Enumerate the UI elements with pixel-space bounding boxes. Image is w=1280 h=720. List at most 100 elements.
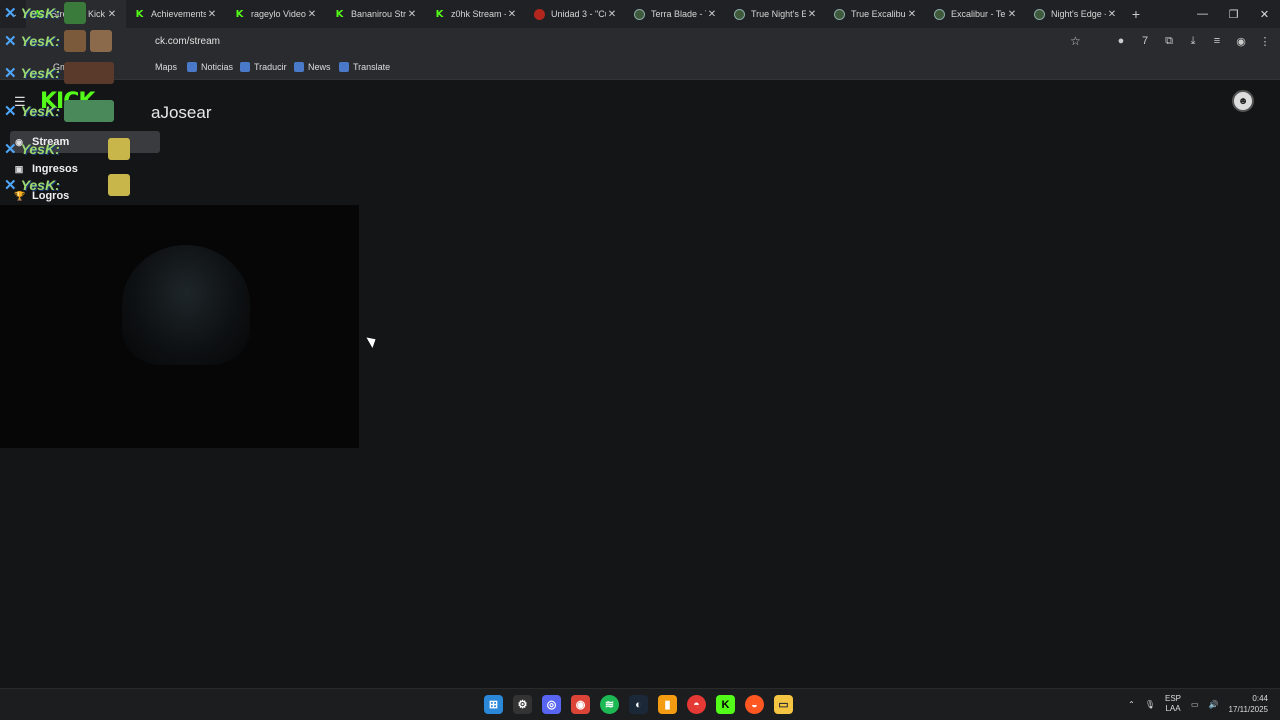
emote-image [63, 2, 86, 24]
close-window-icon[interactable]: ✕ [1249, 0, 1280, 28]
browser-tab[interactable]: K Achievements ✕ [126, 0, 226, 28]
extensions-puzzle-icon[interactable]: ⧉ [1162, 34, 1176, 48]
tab-title: Achievements [151, 9, 206, 19]
close-tab-icon[interactable]: ✕ [306, 9, 318, 20]
browser-tab[interactable]: Krageylo Videos ✕ [226, 0, 326, 28]
tab-list: KStream - Kick✕KAchievements✕Krageylo Vi… [26, 0, 1126, 28]
browser-tab[interactable]: Unidad 3 - "Cu ✕ [526, 0, 626, 28]
spotify-icon[interactable]: ≋ [600, 695, 619, 714]
kick-icon: K [435, 8, 444, 20]
emote-image [107, 138, 130, 160]
bookmark-label: Traducir [254, 62, 287, 72]
browser-tab[interactable]: Excalibur - Terr ✕ [926, 0, 1026, 28]
clock[interactable]: 0:44 17/11/2025 [1229, 693, 1268, 715]
seventv-extension-icon[interactable]: 7 [1138, 34, 1152, 48]
bookmark-label: News [308, 62, 331, 72]
browser-tab[interactable]: True Excalibur ✕ [826, 0, 926, 28]
app-icon[interactable]: ⚙ [513, 695, 532, 714]
kick-icon: K [135, 8, 144, 20]
language-indicator[interactable]: ESP LAA [1165, 694, 1181, 714]
toolbar-icons: ● 7 ⧉ ⤓ ≡ ◉ ⋮ [1114, 34, 1272, 48]
stream-video-preview[interactable] [0, 205, 359, 448]
close-tab-icon[interactable]: ✕ [506, 9, 518, 20]
bookmark-label: Maps [155, 62, 178, 72]
seventv-icon: ✕ [4, 177, 17, 194]
bookmarks-bar: Gmail Maps Noticias Traducir News Transl… [0, 56, 1280, 80]
browser-tab[interactable]: K Bananirou Stream✕ [326, 0, 426, 28]
seventv-icon: ✕ [4, 5, 17, 22]
system-tray: ⌃ 🎙 ESP LAA ▭ 🔊 0:44 17/11/2025 [1128, 693, 1268, 715]
minimize-icon[interactable]: — [1187, 0, 1218, 28]
media-control-icon[interactable]: ≡ [1210, 34, 1224, 48]
close-tab-icon[interactable]: ✕ [1006, 9, 1018, 20]
tab-title: True Night's Ed [751, 9, 806, 19]
terraria-wiki-icon [934, 8, 945, 20]
close-tab-icon[interactable]: ✕ [1106, 9, 1118, 20]
emote-text: YesK: [20, 177, 60, 193]
bookmark-star-icon[interactable]: ☆ [1070, 34, 1081, 48]
clock-date: 17/11/2025 [1228, 705, 1268, 714]
close-tab-icon[interactable]: ✕ [806, 9, 818, 20]
bookmark-label: Noticias [201, 62, 234, 72]
browser-tab[interactable]: Terra Blade - Te✕ [626, 0, 726, 28]
new-tab-button[interactable]: + [1126, 6, 1146, 22]
bookmark-traducir[interactable]: Traducir [240, 62, 287, 72]
network-icon[interactable]: ▭ [1191, 700, 1199, 709]
bookmark-translate[interactable]: Translate [339, 62, 390, 72]
close-tab-icon[interactable]: ✕ [906, 9, 918, 20]
microphone-icon[interactable]: 🎙 [1145, 700, 1155, 709]
emote-overlay-row: ✕ YesK: [4, 174, 130, 196]
emote-overlay-row: ✕ YesK: [4, 2, 86, 24]
chevron-up-icon[interactable]: ⌃ [1128, 700, 1135, 709]
tab-title: z0hk Stream - [451, 9, 506, 19]
windows-start-icon[interactable]: ⊞ [484, 695, 503, 714]
user-avatar[interactable]: ☻ [1232, 90, 1254, 112]
emote-image [63, 30, 86, 52]
profile-avatar-icon[interactable]: ◉ [1234, 34, 1248, 48]
browser-tab[interactable]: True Night's Ed✕ [726, 0, 826, 28]
extension-icon[interactable]: ● [1114, 34, 1128, 48]
bookmark-noticias[interactable]: Noticias [187, 62, 233, 72]
close-tab-icon[interactable]: ✕ [406, 9, 418, 20]
emote-image [63, 62, 114, 84]
app-icon[interactable]: ◓ [687, 695, 706, 714]
close-tab-icon[interactable]: ✕ [106, 9, 118, 20]
kick-icon[interactable]: K [716, 695, 735, 714]
address-bar[interactable]: ck.com/stream [155, 36, 220, 47]
bookmark-maps[interactable]: Maps [155, 62, 177, 72]
webcam-figure [122, 245, 250, 365]
news-icon [294, 62, 304, 72]
terraria-wiki-icon [734, 8, 745, 20]
browser-tab[interactable]: Kz0hk Stream - ✕ [426, 0, 526, 28]
chrome-icon[interactable]: ◉ [571, 695, 590, 714]
tab-title: Bananirou Stream [351, 9, 406, 19]
file-explorer-icon[interactable]: ▭ [774, 695, 793, 714]
taskbar-apps: ⊞ ⚙ ◎ ◉ ≋ ◐ ▮ ◓ K ◒ ▭ [484, 695, 793, 714]
bookmark-label: Translate [353, 62, 391, 72]
bookmark-news[interactable]: News [294, 62, 331, 72]
discord-icon[interactable]: ◎ [542, 695, 561, 714]
channel-username: aJosear [151, 103, 212, 122]
tab-title: True Excalibur [851, 9, 906, 19]
volume-icon[interactable]: 🔊 [1209, 700, 1219, 709]
windows-taskbar: ⊞ ⚙ ◎ ◉ ≋ ◐ ▮ ◓ K ◒ ▭ ⌃ 🎙 ESP LAA ▭ 🔊 0:… [0, 688, 1280, 720]
terraria-wiki-icon [1034, 8, 1045, 20]
kick-icon: K [335, 8, 344, 20]
app-icon[interactable]: ◒ [745, 695, 764, 714]
tab-title: rageylo Videos [251, 9, 306, 19]
browser-tab[interactable]: Night's Edge - ✕ [1026, 0, 1126, 28]
translate-icon [240, 62, 250, 72]
steam-icon[interactable]: ◐ [629, 695, 648, 714]
seventv-icon: ✕ [4, 33, 17, 50]
close-tab-icon[interactable]: ✕ [706, 9, 718, 20]
tab-title: Excalibur - Terr [951, 9, 1006, 19]
tab-title: Night's Edge - [1051, 9, 1106, 19]
browser-menu-icon[interactable]: ⋮ [1258, 34, 1272, 48]
close-tab-icon[interactable]: ✕ [606, 9, 618, 20]
restore-icon[interactable]: ❐ [1218, 0, 1249, 28]
download-icon[interactable]: ⤓ [1186, 34, 1200, 48]
emote-text: YesK: [20, 103, 60, 119]
app-icon[interactable]: ▮ [658, 695, 677, 714]
emote-overlay-row: ✕ YesK: [4, 138, 130, 160]
close-tab-icon[interactable]: ✕ [206, 9, 218, 20]
